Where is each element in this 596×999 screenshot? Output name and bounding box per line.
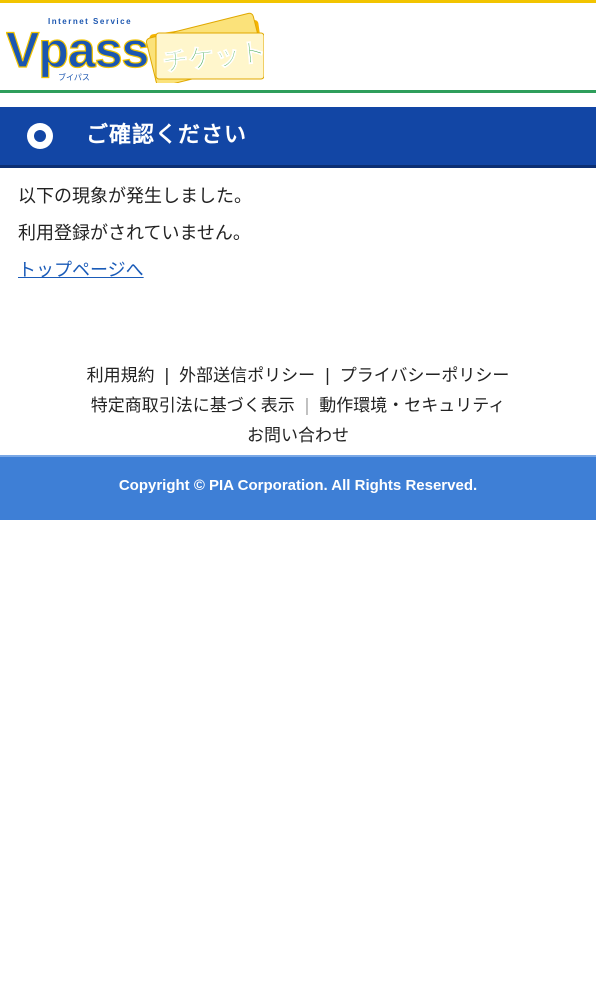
privacy-policy-link[interactable]: プライバシーポリシー: [340, 366, 510, 386]
title-bar: ご確認ください: [0, 107, 596, 168]
footer-separator: |: [324, 366, 331, 386]
environment-security-link[interactable]: 動作環境・セキュリティ: [319, 396, 505, 416]
terms-link[interactable]: 利用規約: [87, 366, 155, 386]
message-line-1: 以下の現象が発生しました。: [18, 186, 252, 207]
copyright-text: Copyright © PIA Corporation. All Rights …: [118, 477, 478, 494]
header: Vpass Internet Service ブイパス チケット: [0, 3, 596, 90]
page-title: ご確認ください: [86, 123, 248, 148]
logo-main-text: Vpass: [6, 22, 148, 78]
logo-sub-top-text: Internet Service: [48, 17, 132, 26]
external-policy-link[interactable]: 外部送信ポリシー: [179, 366, 315, 386]
header-divider: [0, 90, 596, 93]
contact-link[interactable]: お問い合わせ: [247, 426, 349, 446]
footer-row-1: 利用規約 | 外部送信ポリシー | プライバシーポリシー: [0, 361, 596, 391]
message-area: 以下の現象が発生しました。 利用登録がされていません。 トップページへ: [18, 178, 578, 289]
circle-bullet-icon: [27, 123, 53, 149]
vpass-ticket-logo[interactable]: Vpass Internet Service ブイパス チケット: [6, 11, 264, 83]
logo-sub-bottom-text: ブイパス: [58, 72, 90, 82]
top-page-link[interactable]: トップページへ: [18, 252, 144, 289]
footer-separator: |: [304, 396, 310, 416]
footer-links: 利用規約 | 外部送信ポリシー | プライバシーポリシー 特定商取引法に基づく表…: [0, 361, 596, 451]
footer-row-3: お問い合わせ: [0, 421, 596, 451]
message-line-2: 利用登録がされていません。: [18, 223, 251, 244]
commercial-law-link[interactable]: 特定商取引法に基づく表示: [91, 396, 295, 416]
copyright-bar: Copyright © PIA Corporation. All Rights …: [0, 455, 596, 520]
footer-separator: |: [164, 366, 170, 386]
footer-row-2: 特定商取引法に基づく表示 | 動作環境・セキュリティ: [0, 391, 596, 421]
